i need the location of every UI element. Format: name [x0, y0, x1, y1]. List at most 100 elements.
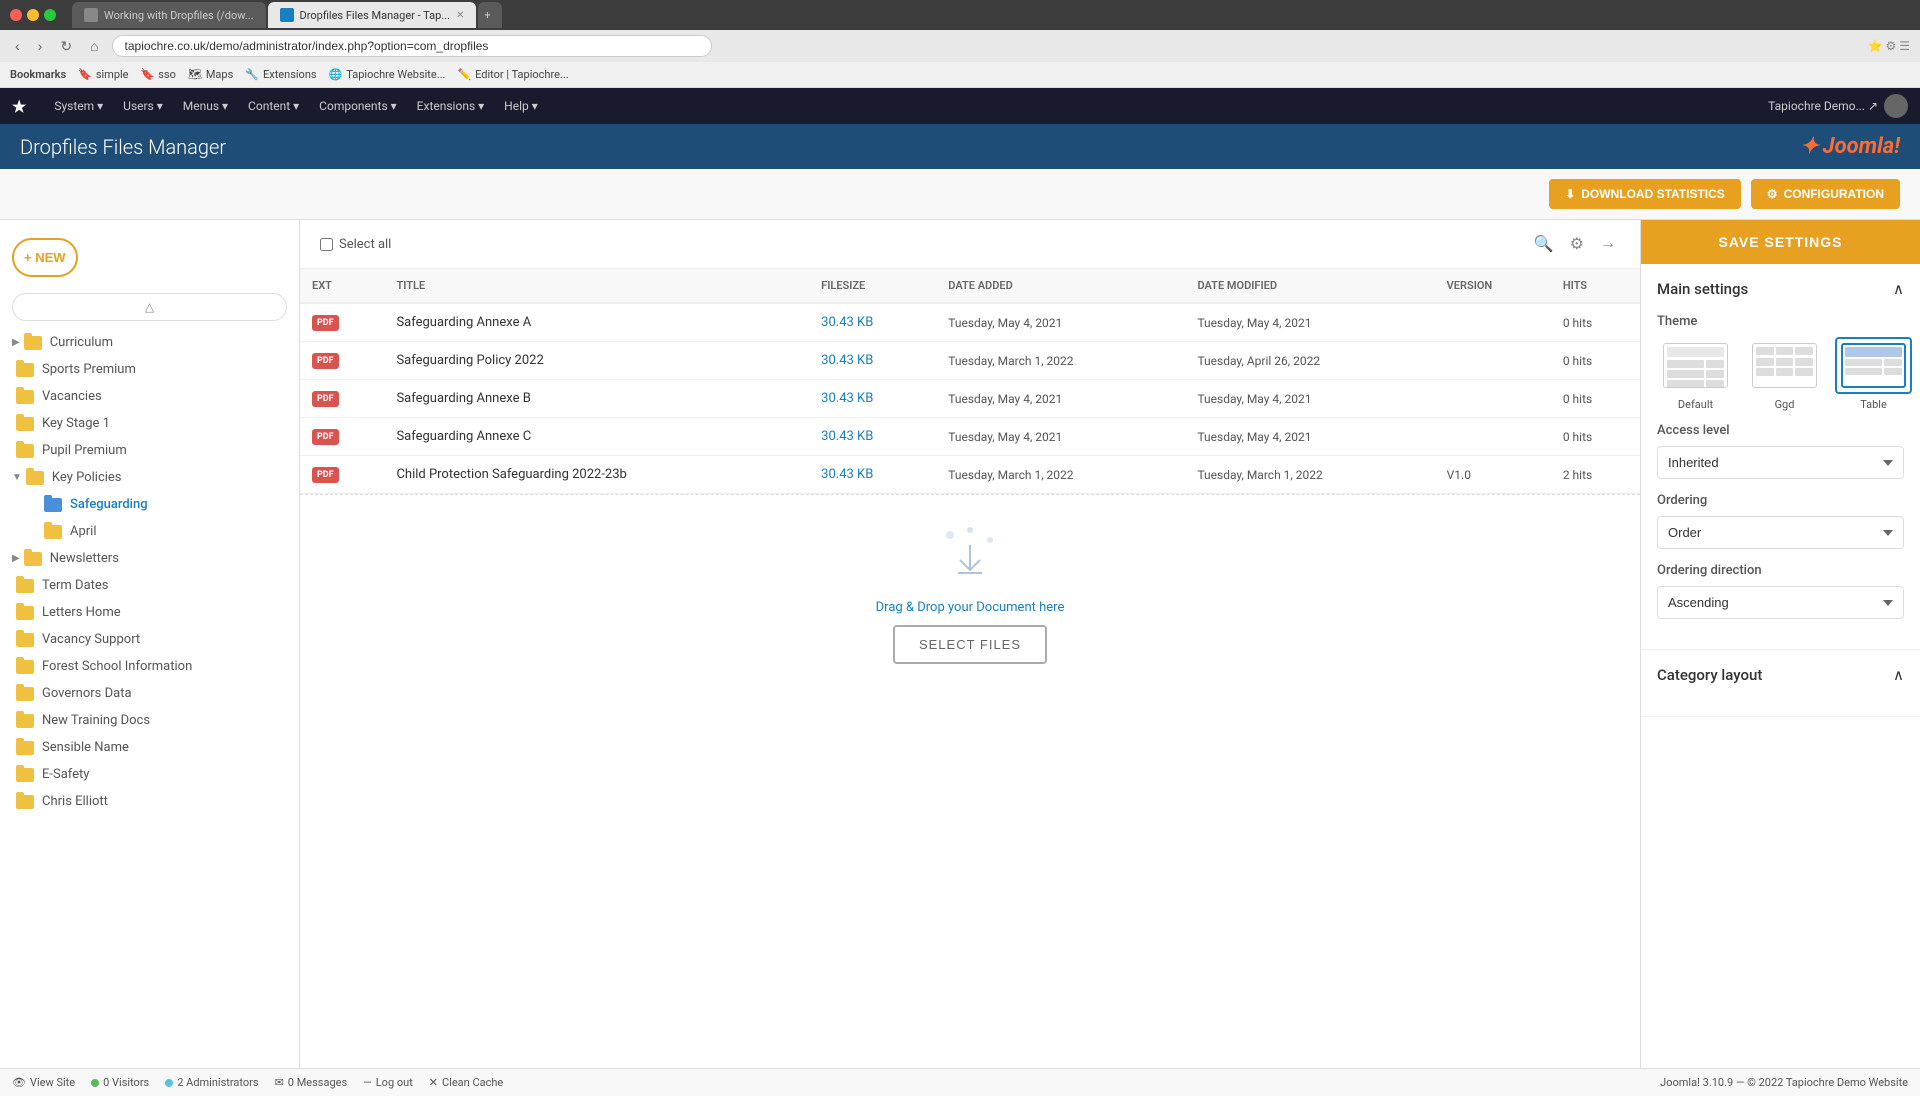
theme-default-label: Default	[1678, 398, 1713, 411]
sidebar-item-forest-school[interactable]: Forest School Information	[0, 653, 299, 680]
sidebar-item-label: Safeguarding	[70, 497, 148, 512]
col-filesize: FILESIZE	[809, 269, 936, 303]
sidebar-item-label: Vacancies	[42, 389, 102, 404]
sidebar-item-newsletters[interactable]: ▶ Newsletters	[0, 545, 299, 572]
access-level-select[interactable]: Inherited Public Registered Special	[1657, 446, 1904, 479]
sidebar-item-vacancies[interactable]: Vacancies	[0, 383, 299, 410]
main-settings-header: Main settings ∧	[1657, 280, 1904, 298]
filesize-value: 30.43 KB	[821, 315, 873, 330]
browser-tab-1[interactable]: Working with Dropfiles (/dow...	[72, 2, 266, 28]
address-input[interactable]	[112, 35, 712, 57]
nav-extensions[interactable]: Extensions ▾	[417, 99, 484, 113]
right-panel: SAVE SETTINGS Main settings ∧ Theme	[1640, 220, 1920, 1068]
select-all-label[interactable]: Select all	[320, 237, 391, 252]
forward-button[interactable]: ›	[33, 36, 48, 56]
col-title: TITLE	[384, 269, 809, 303]
sidebar-search: △	[0, 285, 299, 329]
new-tab-button[interactable]: +	[478, 2, 502, 28]
new-button[interactable]: + NEW	[12, 238, 78, 277]
nav-menus[interactable]: Menus ▾	[183, 99, 228, 113]
nav-system[interactable]: System ▾	[54, 99, 103, 113]
minimize-button[interactable]	[27, 9, 39, 21]
home-button[interactable]: ⌂	[85, 36, 103, 56]
clean-cache-item[interactable]: ✕ Clean Cache	[429, 1076, 503, 1089]
sidebar-item-key-policies[interactable]: ▼ Key Policies	[0, 464, 299, 491]
sidebar-item-label: Key Policies	[52, 470, 122, 485]
nav-components[interactable]: Components ▾	[319, 99, 397, 113]
files-list: EXT TITLE FILESIZE DATE ADDED DATE MODIF…	[300, 269, 1640, 494]
search-button[interactable]: 🔍	[1530, 230, 1558, 258]
theme-option-ggd[interactable]: Ggd	[1746, 337, 1823, 411]
select-all-checkbox[interactable]	[320, 238, 333, 251]
browser-tab-2[interactable]: Dropfiles Files Manager - Tap... ✕	[268, 2, 477, 28]
cell-ext: PDF	[300, 303, 384, 342]
sidebar-item-sports-premium[interactable]: Sports Premium	[0, 356, 299, 383]
back-button[interactable]: ‹	[10, 36, 25, 56]
bookmark-icon: 🌐	[329, 68, 343, 81]
export-button[interactable]: →	[1596, 231, 1620, 257]
filesize-value: 30.43 KB	[821, 391, 873, 406]
upload-icon	[940, 525, 1000, 590]
theme-option-default[interactable]: Default	[1657, 337, 1734, 411]
maximize-button[interactable]	[44, 9, 56, 21]
theme-preview-ggd	[1746, 337, 1823, 394]
browser-icons: ⭐ ⚙ ☰	[1868, 39, 1910, 53]
file-toolbar: Select all 🔍 ⚙ →	[300, 220, 1640, 269]
logout-label: Log out	[376, 1076, 413, 1089]
bookmark-maps[interactable]: 🗺 Maps	[188, 68, 233, 81]
sidebar-item-e-safety[interactable]: E-Safety	[0, 761, 299, 788]
cell-title: Safeguarding Annexe C	[384, 418, 809, 456]
cell-hits: 0 hits	[1551, 418, 1640, 456]
cell-filesize: 30.43 KB	[809, 456, 936, 494]
cell-date-added: Tuesday, May 4, 2021	[936, 418, 1185, 456]
download-statistics-button[interactable]: ⬇ DOWNLOAD STATISTICS	[1549, 179, 1741, 209]
bookmark-tapiochre[interactable]: 🌐 Tapiochre Website...	[329, 68, 446, 81]
theme-option-table[interactable]: Table	[1835, 337, 1912, 411]
folder-icon	[16, 390, 34, 404]
bookmark-editor[interactable]: ✏️ Editor | Tapiochre...	[457, 68, 568, 81]
cell-version: V1.0	[1435, 456, 1551, 494]
sidebar-item-chris-elliott[interactable]: Chris Elliott	[0, 788, 299, 815]
sidebar-item-safeguarding[interactable]: Safeguarding	[0, 491, 299, 518]
ordering-select[interactable]: Order Title Date Added Date Modified	[1657, 516, 1904, 549]
sidebar-item-pupil-premium[interactable]: Pupil Premium	[0, 437, 299, 464]
sidebar-item-term-dates[interactable]: Term Dates	[0, 572, 299, 599]
sidebar-item-governors-data[interactable]: Governors Data	[0, 680, 299, 707]
cell-date-added: Tuesday, March 1, 2022	[936, 456, 1185, 494]
bookmark-extensions[interactable]: 🔧 Extensions	[245, 68, 316, 81]
bookmark-simple[interactable]: 🔖 simple	[78, 68, 128, 81]
filter-button[interactable]: ⚙	[1566, 230, 1588, 258]
sidebar-item-key-stage-1[interactable]: Key Stage 1	[0, 410, 299, 437]
folder-icon	[16, 687, 34, 701]
select-files-button[interactable]: SELECT FILES	[893, 625, 1047, 664]
sidebar-item-new-training-docs[interactable]: New Training Docs	[0, 707, 299, 734]
tab-close-icon[interactable]: ✕	[456, 10, 464, 21]
cell-date-modified: Tuesday, May 4, 2021	[1185, 380, 1434, 418]
configuration-button[interactable]: ⚙ CONFIGURATION	[1751, 179, 1900, 209]
collapse-icon[interactable]: ∧	[1893, 280, 1904, 298]
close-button[interactable]	[10, 9, 22, 21]
ordering-direction-select[interactable]: Ascending Descending	[1657, 586, 1904, 619]
sidebar-item-sensible-name[interactable]: Sensible Name	[0, 734, 299, 761]
nav-help[interactable]: Help ▾	[504, 99, 538, 113]
cell-date-added: Tuesday, May 4, 2021	[936, 380, 1185, 418]
collapse-icon[interactable]: ∧	[1893, 666, 1904, 684]
sidebar-item-curriculum[interactable]: ▶ Curriculum	[0, 329, 299, 356]
sidebar-item-april[interactable]: April	[0, 518, 299, 545]
reload-button[interactable]: ↻	[55, 36, 77, 57]
bookmark-sso[interactable]: 🔖 sso	[141, 68, 176, 81]
view-site-item[interactable]: 👁 View Site	[12, 1076, 75, 1089]
user-label[interactable]: Tapiochre Demo... ↗	[1768, 99, 1878, 113]
cell-version	[1435, 342, 1551, 380]
user-avatar[interactable]	[1884, 94, 1908, 118]
sidebar-item-label: Pupil Premium	[42, 443, 127, 458]
save-settings-button[interactable]: SAVE SETTINGS	[1641, 220, 1920, 264]
logout-item[interactable]: — Log out	[363, 1076, 413, 1089]
sidebar-item-letters-home[interactable]: Letters Home	[0, 599, 299, 626]
nav-users[interactable]: Users ▾	[123, 99, 163, 113]
ext-badge: PDF	[312, 353, 339, 369]
ordering-wrapper: Order Title Date Added Date Modified	[1657, 516, 1904, 549]
nav-content[interactable]: Content ▾	[248, 99, 299, 113]
sidebar-item-vacancy-support[interactable]: Vacancy Support	[0, 626, 299, 653]
search-box[interactable]: △	[12, 293, 287, 321]
